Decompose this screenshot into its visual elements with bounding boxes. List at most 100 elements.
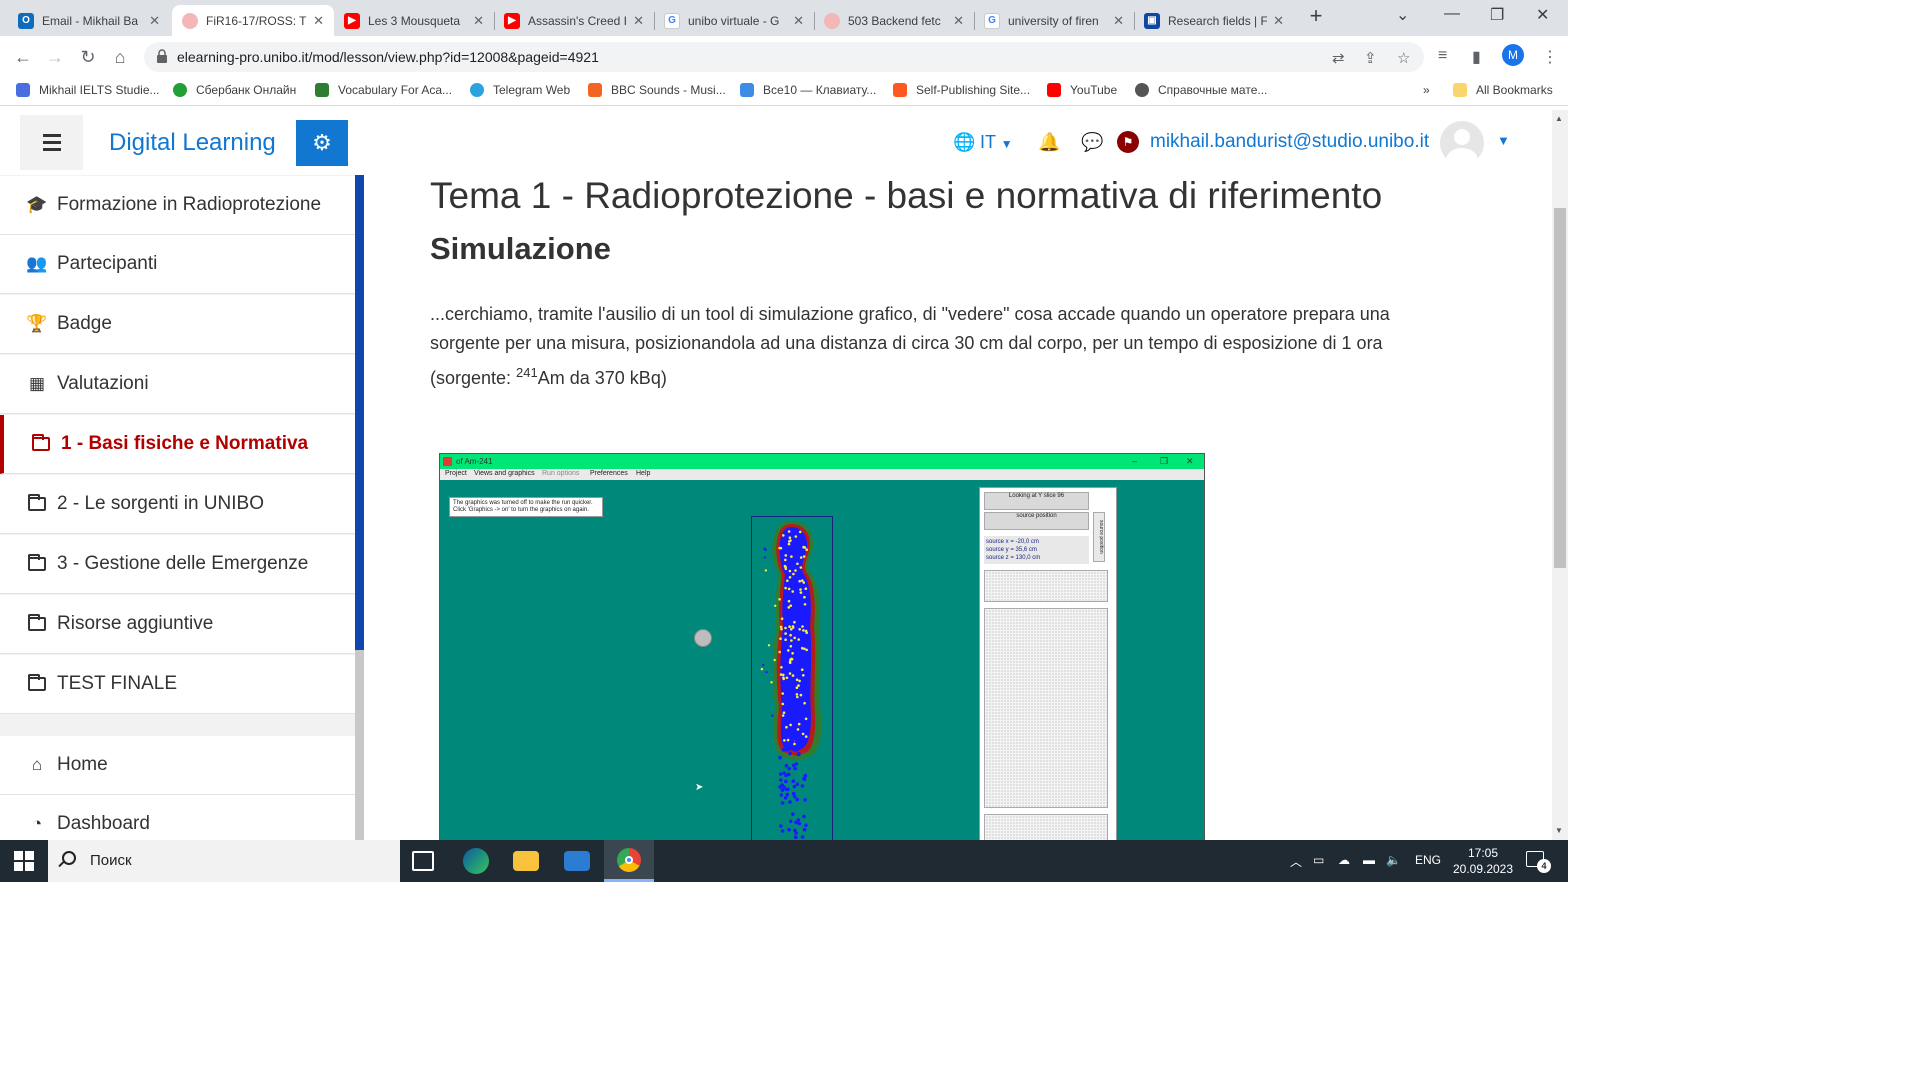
close-tab-icon[interactable]: ✕ (1113, 13, 1124, 29)
lock-icon[interactable] (156, 49, 168, 63)
browser-tab[interactable]: ▣ Research fields | F ✕ (1134, 5, 1294, 36)
bookmark-item[interactable]: Справочные мате... (1135, 83, 1267, 97)
language-selector[interactable]: IT ▼ (980, 132, 1013, 153)
taskbar-search-box[interactable]: Поиск (48, 840, 400, 882)
bookmark-item[interactable]: Self-Publishing Site... (893, 83, 1030, 97)
system-clock[interactable]: 17:05 20.09.2023 (1448, 845, 1518, 877)
reload-icon[interactable]: ↻ (75, 44, 101, 70)
edge-icon[interactable] (463, 848, 489, 874)
notifications-bell-icon[interactable]: 🔔 (1038, 132, 1060, 153)
browser-tab-active[interactable]: FiR16-17/ROSS: T ✕ (172, 5, 334, 36)
bookmark-item[interactable]: BBC Sounds - Musi... (588, 83, 726, 97)
close-tab-icon[interactable]: ✕ (793, 13, 804, 29)
scatter-point (760, 667, 764, 671)
minimize-icon[interactable]: — (1444, 5, 1460, 23)
sidebar-item-section-3[interactable]: 3 - Gestione delle Emergenze (0, 535, 355, 594)
profile-avatar[interactable]: M (1502, 44, 1524, 66)
unibo-badge-icon[interactable]: ⚑ (1117, 131, 1139, 153)
browser-tab[interactable]: G university of firen ✕ (974, 5, 1134, 36)
close-tab-icon[interactable]: ✕ (633, 13, 644, 29)
sidebar-item-section-1[interactable]: 1 - Basi fisiche e Normativa (0, 415, 355, 474)
close-tab-icon[interactable]: ✕ (313, 13, 324, 29)
translate-icon[interactable]: ⇄ (1332, 49, 1345, 67)
bookmark-item[interactable]: Telegram Web (470, 83, 570, 97)
bookmark-item[interactable]: Все10 — Клавиату... (740, 83, 876, 97)
menu-kebab-icon[interactable]: ⋮ (1542, 47, 1558, 67)
sidebar-item-participants[interactable]: 👥 Partecipanti (0, 235, 355, 294)
forward-icon[interactable]: → (42, 44, 68, 70)
onedrive-icon[interactable]: ☁ (1338, 853, 1350, 867)
outlook-icon: O (18, 12, 34, 29)
all-bookmarks-button[interactable]: All Bookmarks (1453, 83, 1553, 97)
restore-icon[interactable]: ❐ (1490, 5, 1504, 25)
side-panel-icon[interactable]: ▮ (1472, 47, 1481, 67)
bookmark-item[interactable]: Сбербанк Онлайн (173, 83, 296, 97)
user-email[interactable]: mikhail.bandurist@studio.unibo.it (1150, 131, 1429, 153)
site-brand[interactable]: Digital Learning (109, 129, 276, 157)
language-indicator[interactable]: ENG (1415, 853, 1441, 867)
sidebar-item-label: Valutazioni (57, 373, 149, 394)
bookmark-label: Vocabulary For Aca... (338, 83, 453, 97)
scroll-down-icon[interactable]: ▼ (1555, 826, 1563, 835)
interaction-point (805, 648, 808, 652)
page-scrollbar-thumb[interactable] (1554, 208, 1566, 568)
home-icon[interactable]: ⌂ (107, 44, 133, 70)
bookmark-item[interactable]: Vocabulary For Aca... (315, 83, 452, 97)
sidebar-item-section-2[interactable]: 2 - Le sorgenti in UNIBO (0, 475, 355, 534)
messages-icon[interactable]: 💬 (1081, 132, 1103, 153)
close-window-icon[interactable]: ✕ (1536, 5, 1549, 25)
reading-list-icon[interactable]: ≡ (1438, 47, 1447, 65)
sidebar-item-course[interactable]: 🎓 Formazione in Radioprotezione (0, 176, 355, 235)
sidebar-item-badge[interactable]: 🏆 Badge (0, 295, 355, 354)
globe-icon[interactable]: 🌐 (953, 132, 975, 153)
battery-icon[interactable]: ▬ (1363, 853, 1375, 867)
notifications-icon[interactable]: 4 (1526, 851, 1551, 873)
bookmark-star-icon[interactable]: ☆ (1397, 49, 1410, 67)
mail-icon[interactable] (564, 851, 590, 871)
browser-tab[interactable]: ▶ Assassin's Creed I ✕ (494, 5, 654, 36)
bookmark-item[interactable]: YouTube (1047, 83, 1117, 97)
browser-tab[interactable]: O Email - Mikhail Ba ✕ (8, 5, 170, 36)
address-bar[interactable]: elearning-pro.unibo.it/mod/lesson/view.p… (144, 42, 1424, 72)
share-icon[interactable]: ⇪ (1364, 49, 1377, 67)
sidebar-scrollbar-track[interactable] (355, 650, 364, 840)
page-scrollbar[interactable]: ▲ ▼ (1552, 110, 1568, 840)
browser-tab[interactable]: G unibo virtuale - G ✕ (654, 5, 814, 36)
sidebar-item-label: 3 - Gestione delle Emergenze (57, 553, 309, 574)
tray-chevron-icon[interactable]: ︿ (1290, 853, 1302, 870)
sidebar-item-grades[interactable]: ▦ Valutazioni (0, 355, 355, 414)
browser-tab[interactable]: ▶ Les 3 Mousqueta ✕ (334, 5, 494, 36)
hamburger-menu-button[interactable] (20, 115, 83, 170)
user-avatar[interactable] (1440, 121, 1484, 165)
close-tab-icon[interactable]: ✕ (473, 13, 484, 29)
task-view-icon[interactable] (412, 851, 434, 871)
settings-gear-button[interactable]: ⚙ (296, 120, 348, 166)
bookmark-item[interactable]: Mikhail IELTS Studie... (16, 83, 160, 97)
tab-title: university of firen (1008, 13, 1099, 28)
bookmarks-overflow-button[interactable]: » (1423, 83, 1430, 97)
sidebar-item-dashboard[interactable]: ◔ Dashboard (0, 795, 355, 840)
sidebar-scrollbar-thumb[interactable] (355, 175, 364, 650)
clock-date: 20.09.2023 (1452, 862, 1514, 876)
interaction-point (802, 545, 805, 549)
browser-tab[interactable]: 503 Backend fetc ✕ (814, 5, 974, 36)
sidebar-item-label: Dashboard (57, 813, 150, 834)
volume-icon[interactable]: 🔈 (1386, 853, 1401, 867)
sidebar-item-final-test[interactable]: TEST FINALE (0, 655, 355, 714)
file-explorer-icon[interactable] (513, 851, 539, 871)
sidebar-item-resources[interactable]: Risorse aggiuntive (0, 595, 355, 654)
new-tab-button[interactable]: + (1304, 5, 1328, 29)
tab-search-icon[interactable]: ⌄ (1396, 5, 1409, 25)
sidebar-item-home[interactable]: ⌂ Home (0, 736, 355, 795)
interaction-point (791, 625, 795, 628)
user-menu-caret-icon[interactable]: ▼ (1497, 133, 1510, 148)
close-tab-icon[interactable]: ✕ (1273, 13, 1284, 29)
chrome-taskbar-button[interactable] (604, 840, 654, 882)
close-tab-icon[interactable]: ✕ (953, 13, 964, 29)
windows-start-button[interactable] (14, 851, 34, 871)
scatter-point (787, 744, 791, 748)
scroll-up-icon[interactable]: ▲ (1555, 114, 1563, 123)
back-icon[interactable]: ← (10, 44, 36, 70)
network-icon[interactable]: ▭ (1313, 853, 1324, 867)
close-tab-icon[interactable]: ✕ (149, 13, 160, 29)
